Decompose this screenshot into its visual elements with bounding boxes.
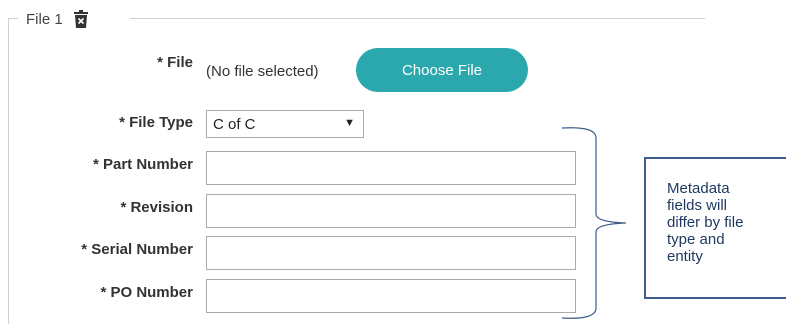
file-status-text: (No file selected) — [206, 63, 319, 80]
callout-line: fields will — [667, 197, 728, 214]
serial-number-label: * Serial Number — [81, 241, 193, 258]
trash-icon[interactable] — [73, 10, 89, 28]
metadata-callout: Metadata fields will differ by file type… — [644, 157, 786, 299]
fieldset-title: File 1 — [26, 10, 63, 28]
serial-number-input[interactable] — [206, 236, 576, 270]
chevron-down-icon: ▼ — [344, 117, 355, 129]
po-number-input[interactable] — [206, 279, 576, 313]
callout-line: type and — [667, 231, 725, 248]
po-number-label: * PO Number — [100, 284, 193, 301]
fieldset-border-top-left — [8, 18, 18, 19]
file-type-label: * File Type — [119, 114, 193, 131]
file-upload-panel: File 1 * File (No file selected) Choose … — [0, 0, 786, 324]
file-label: * File — [157, 54, 193, 71]
brace-annotation — [561, 127, 627, 319]
part-number-input[interactable] — [206, 151, 576, 185]
choose-file-button[interactable]: Choose File — [356, 48, 528, 92]
revision-label: * Revision — [120, 199, 193, 216]
fieldset-legend: File 1 — [26, 9, 89, 29]
callout-line: entity — [667, 248, 703, 265]
part-number-label: * Part Number — [92, 156, 193, 173]
revision-input[interactable] — [206, 194, 576, 228]
file-type-selected-value: C of C — [213, 115, 256, 133]
callout-line: differ by file — [667, 214, 744, 231]
callout-line: Metadata — [667, 180, 730, 197]
fieldset-border-top-right — [130, 18, 705, 19]
fieldset-border-left — [8, 18, 9, 324]
file-type-select[interactable]: C of C ▼ — [206, 110, 364, 138]
